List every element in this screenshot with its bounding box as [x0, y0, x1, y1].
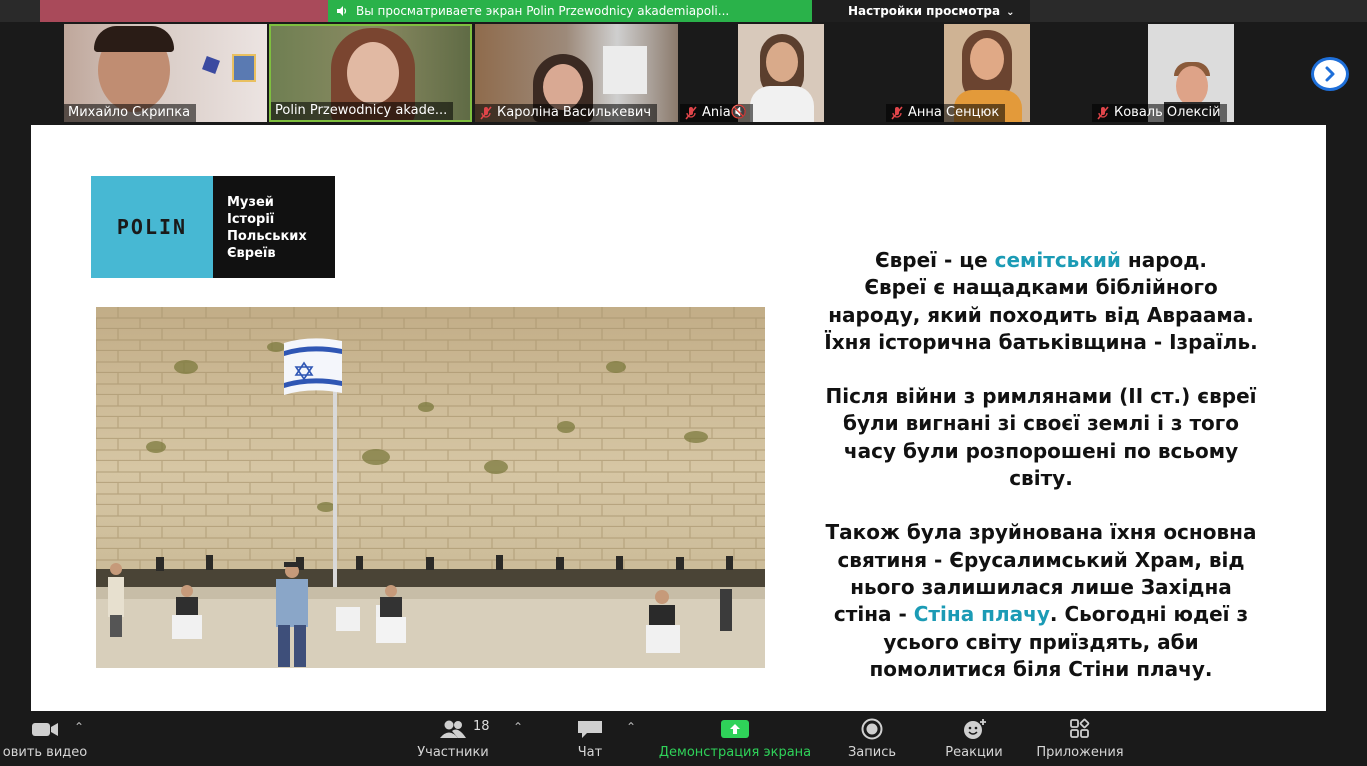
share-screen-label: Демонстрация экрана: [658, 745, 812, 760]
participants-icon: [440, 720, 466, 738]
shared-screen-slide: POLIN Музей Історії Польських Євреїв Євр…: [31, 125, 1326, 711]
speaker-icon: [337, 6, 347, 16]
participant-name: Ania🔇: [680, 104, 753, 122]
chevron-down-icon: ⌄: [1006, 7, 1015, 18]
participant-name: Михайло Скрипка: [64, 104, 197, 122]
share-banner: Вы просматриваете экран Polin Przewodnic…: [328, 0, 812, 22]
chat-label: Чат: [577, 745, 603, 760]
chat-icon: [578, 721, 602, 738]
slide-text: Євреї - це семітський народ. Євреї є нащ…: [791, 247, 1291, 710]
participants-strip: Михайло Скрипка Polin Przewodnicy akade.…: [0, 24, 1367, 124]
mic-off-icon: [1097, 106, 1109, 120]
paragraph-2: Після війни з римлянами (ІІ ст.) євреї б…: [825, 384, 1257, 491]
logo-brand: POLIN: [116, 215, 188, 239]
avatar: [970, 38, 1004, 80]
polin-logo: POLIN Музей Історії Польських Євреїв: [91, 176, 335, 278]
reactions-label: Реакции: [945, 745, 1003, 760]
chat-options-caret[interactable]: ⌃: [626, 720, 636, 734]
reactions-button[interactable]: Реакции: [936, 712, 1012, 766]
record-button[interactable]: Запись: [834, 712, 910, 766]
participant-tile[interactable]: Кароліна Василькевич: [475, 24, 678, 122]
apps-button[interactable]: Приложения: [1030, 712, 1130, 766]
participant-tile-active[interactable]: Polin Przewodnicy akade...: [269, 24, 472, 122]
top-strip: Вы просматриваете экран Polin Przewodnic…: [0, 0, 1367, 22]
start-video-button[interactable]: овить видео: [0, 712, 100, 766]
view-settings-button[interactable]: Настройки просмотра ⌄: [812, 0, 1030, 22]
participant-tile[interactable]: Коваль Олексій: [1092, 24, 1295, 122]
highlight-semitic: семітський: [994, 248, 1121, 272]
meeting-toolbar: овить видео ⌃ Участники 18 ⌃ Чат ⌃ Демон…: [0, 712, 1367, 766]
western-wall-photo: [96, 307, 765, 668]
participant-name: Анна Сенцюк: [886, 104, 1006, 122]
chat-button[interactable]: Чат: [560, 712, 620, 766]
participant-tile[interactable]: Михайло Скрипка: [64, 24, 267, 122]
record-label: Запись: [847, 745, 897, 760]
next-page-button[interactable]: [1311, 57, 1349, 91]
avatar: [1176, 66, 1208, 106]
participant-name: Коваль Олексій: [1092, 104, 1227, 122]
israel-flag: [284, 338, 342, 395]
video-options-caret[interactable]: ⌃: [74, 720, 84, 734]
mic-off-icon: [685, 106, 697, 120]
participant-name: Polin Przewodnicy akade...: [271, 102, 454, 120]
avatar: [347, 42, 399, 104]
apps-icon: [1070, 718, 1090, 738]
participants-count: 18: [473, 719, 490, 734]
zoom-window: Вы просматриваете экран Polin Przewodnic…: [0, 0, 1367, 766]
share-screen-icon: [721, 720, 749, 738]
paragraph-1: Євреї - це семітський народ. Євреї є нащ…: [824, 248, 1258, 354]
participant-tile[interactable]: Ania🔇: [680, 24, 883, 122]
record-icon: [861, 718, 883, 740]
participant-name: Кароліна Василькевич: [475, 104, 658, 122]
chevron-right-icon: [1325, 66, 1335, 82]
mic-off-icon: [891, 106, 903, 120]
paragraph-3: Також була зруйнована їхня основна святи…: [825, 520, 1257, 681]
smiley-plus-icon: [964, 719, 986, 739]
participant-tile[interactable]: Анна Сенцюк: [886, 24, 1089, 122]
view-settings-label: Настройки просмотра: [848, 4, 1001, 18]
avatar: [766, 42, 798, 82]
apps-label: Приложения: [1036, 745, 1124, 760]
share-screen-button[interactable]: Демонстрация экрана: [654, 712, 816, 766]
participants-label: Участники: [417, 745, 489, 760]
logo-caption: Музей Історії Польських Євреїв: [213, 176, 335, 278]
share-banner-text: Вы просматриваете экран Polin Przewodnic…: [356, 4, 730, 18]
mic-off-icon: [480, 106, 492, 120]
video-camera-icon: [32, 723, 58, 736]
participants-options-caret[interactable]: ⌃: [513, 720, 523, 734]
start-video-label: овить видео: [2, 745, 88, 760]
highlight-wailing-wall: Стіна плачу: [913, 602, 1050, 627]
